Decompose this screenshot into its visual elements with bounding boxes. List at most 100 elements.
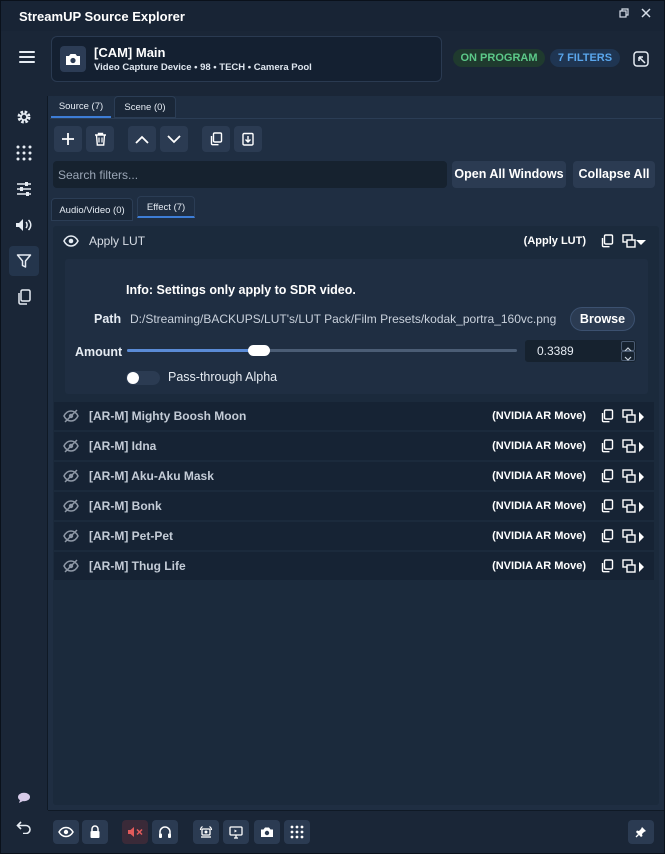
browse-button[interactable]: Browse (570, 307, 635, 331)
filter-name: [AR-M] Idna (89, 439, 157, 453)
passthrough-alpha-toggle[interactable] (126, 371, 160, 385)
sliders-icon[interactable] (9, 174, 39, 204)
filter-row-apply-lut[interactable]: Apply LUT (Apply LUT) (54, 227, 654, 255)
tab-scene[interactable]: Scene (0) (114, 96, 176, 118)
gear-icon[interactable] (9, 102, 39, 132)
amount-value: 0.3389 (537, 344, 574, 358)
eye-slash-icon[interactable] (63, 409, 79, 423)
info-text: Info: Settings only apply to SDR video. (126, 283, 356, 297)
close-icon[interactable] (638, 8, 654, 24)
on-program-badge: ON PROGRAM (453, 49, 545, 67)
chevron-down-icon[interactable] (160, 126, 188, 152)
filter-row[interactable]: [AR-M] Aku-Aku Mask (NVIDIA AR Move) (54, 462, 654, 490)
amount-spinbox[interactable]: 0.3389 (525, 340, 636, 362)
eye-slash-icon[interactable] (63, 499, 79, 513)
eye-slash-icon[interactable] (63, 469, 79, 483)
tab-source[interactable]: Source (7) (51, 96, 111, 118)
lock-icon[interactable] (82, 820, 108, 844)
copy-icon[interactable] (600, 469, 614, 483)
eye-slash-icon[interactable] (63, 559, 79, 573)
search-field[interactable] (53, 161, 447, 188)
filter-row[interactable]: [AR-M] Thug Life (NVIDIA AR Move) (54, 552, 654, 580)
filter-type: (NVIDIA AR Move) (492, 500, 586, 512)
tab-audio-video[interactable]: Audio/Video (0) (51, 198, 133, 221)
copy-icon[interactable] (9, 282, 39, 312)
source-header: [CAM] Main Video Capture Device • 98 • T… (1, 31, 664, 89)
caret-right-icon[interactable] (636, 471, 646, 482)
amount-slider-thumb[interactable] (248, 345, 270, 356)
window-icon[interactable] (622, 439, 636, 453)
tab-divider (50, 118, 662, 119)
filter-row[interactable]: [AR-M] Pet-Pet (NVIDIA AR Move) (54, 522, 654, 550)
filter-type: (NVIDIA AR Move) (492, 530, 586, 542)
amount-slider[interactable] (127, 345, 517, 356)
plus-icon[interactable] (54, 126, 82, 152)
copy-icon[interactable] (202, 126, 230, 152)
open-all-windows-button[interactable]: Open All Windows (452, 161, 566, 188)
speaker-icon[interactable] (9, 210, 39, 240)
filter-type: (Apply LUT) (523, 235, 586, 247)
window-icon[interactable] (622, 409, 636, 423)
passthrough-alpha-label: Pass-through Alpha (168, 370, 278, 384)
filter-row[interactable]: [AR-M] Idna (NVIDIA AR Move) (54, 432, 654, 460)
caret-right-icon[interactable] (636, 441, 646, 452)
collapse-all-button[interactable]: Collapse All (573, 161, 655, 188)
caret-right-icon[interactable] (636, 411, 646, 422)
window-icon[interactable] (622, 234, 636, 248)
pin-icon[interactable] (628, 820, 654, 844)
copy-icon[interactable] (600, 234, 614, 248)
caret-right-icon[interactable] (636, 531, 646, 542)
menu-icon[interactable] (19, 51, 35, 63)
caret-right-icon[interactable] (636, 561, 646, 572)
copy-icon[interactable] (600, 499, 614, 513)
eye-icon[interactable] (53, 820, 79, 844)
trash-icon[interactable] (86, 126, 114, 152)
window-icon[interactable] (622, 499, 636, 513)
copy-icon[interactable] (600, 439, 614, 453)
filter-name: [AR-M] Pet-Pet (89, 529, 173, 543)
bottom-toolbar (48, 810, 664, 853)
filter-icon[interactable] (9, 246, 39, 276)
chevron-up-icon[interactable] (128, 126, 156, 152)
caret-right-icon[interactable] (636, 501, 646, 512)
back-arrow-icon[interactable] (9, 812, 39, 842)
restore-icon[interactable] (616, 8, 632, 24)
sidebar (1, 96, 47, 810)
headphones-icon[interactable] (152, 820, 178, 844)
alert-icon[interactable] (193, 820, 219, 844)
window-icon[interactable] (622, 529, 636, 543)
display-icon[interactable] (223, 820, 249, 844)
filter-row[interactable]: [AR-M] Mighty Boosh Moon (NVIDIA AR Move) (54, 402, 654, 430)
grid-dots-icon[interactable] (9, 138, 39, 168)
main-window: StreamUP Source Explorer [CAM] Main Vide… (0, 0, 665, 854)
copy-icon[interactable] (600, 559, 614, 573)
filter-name: [AR-M] Aku-Aku Mask (89, 469, 214, 483)
window-icon[interactable] (622, 469, 636, 483)
copy-icon[interactable] (600, 529, 614, 543)
filter-name: [AR-M] Mighty Boosh Moon (89, 409, 247, 423)
spin-up-icon[interactable] (621, 341, 635, 352)
copy-icon[interactable] (600, 409, 614, 423)
exit-icon[interactable] (633, 51, 649, 67)
eye-icon[interactable] (63, 234, 79, 248)
grid-dots-icon[interactable] (284, 820, 310, 844)
mute-icon[interactable] (122, 820, 148, 844)
paste-icon[interactable] (234, 126, 262, 152)
spin-down-icon[interactable] (621, 351, 635, 361)
camera-icon (60, 46, 86, 72)
path-label: Path (94, 312, 122, 326)
source-card[interactable]: [CAM] Main Video Capture Device • 98 • T… (51, 36, 442, 82)
camera-icon[interactable] (254, 820, 280, 844)
search-input[interactable] (53, 161, 447, 188)
window-icon[interactable] (622, 559, 636, 573)
filter-row[interactable]: [AR-M] Bonk (NVIDIA AR Move) (54, 492, 654, 520)
apply-lut-settings: Info: Settings only apply to SDR video. … (65, 259, 648, 394)
eye-slash-icon[interactable] (63, 529, 79, 543)
filters-count-badge[interactable]: 7 FILTERS (550, 49, 620, 67)
eye-slash-icon[interactable] (63, 439, 79, 453)
tab-effect[interactable]: Effect (7) (137, 196, 195, 218)
amount-slider-fill (127, 349, 259, 352)
path-value[interactable]: D:/Streaming/BACKUPS/LUT's/LUT Pack/Film… (130, 312, 556, 326)
caret-down-icon[interactable] (636, 236, 646, 246)
chat-bubble-icon[interactable] (9, 783, 39, 813)
